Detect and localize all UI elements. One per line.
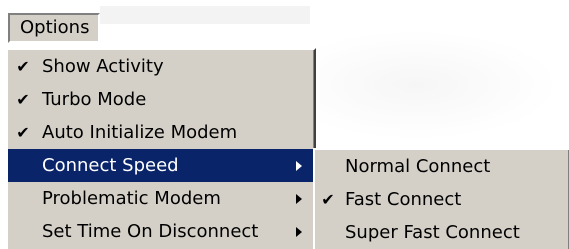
menu-item-label: Problematic Modem <box>42 188 221 209</box>
menu-item-problematic-modem[interactable]: Problematic Modem <box>8 182 314 215</box>
options-dropdown-menu: ✔ Show Activity ✔ Turbo Mode ✔ Auto Init… <box>6 48 316 249</box>
menu-item-turbo-mode[interactable]: ✔ Turbo Mode <box>8 83 314 116</box>
checkmark-icon: ✔ <box>321 190 335 209</box>
connect-speed-submenu: Normal Connect ✔ Fast Connect Super Fast… <box>313 148 569 249</box>
menu-item-label: Auto Initialize Modem <box>42 122 238 143</box>
submenu-item-normal-connect[interactable]: Normal Connect <box>315 150 569 183</box>
menu-item-set-time-on-disconnect[interactable]: Set Time On Disconnect <box>8 215 314 248</box>
background-window-content <box>320 30 560 140</box>
background-window-content <box>100 6 310 24</box>
menu-item-connect-speed[interactable]: Connect Speed <box>8 149 314 182</box>
menu-item-label: Turbo Mode <box>42 89 147 110</box>
menu-item-auto-initialize-modem[interactable]: ✔ Auto Initialize Modem <box>8 116 314 149</box>
menu-item-label: Connect Speed <box>42 155 179 176</box>
menu-item-label: Fast Connect <box>345 189 462 210</box>
screen: Options ✔ Show Activity ✔ Turbo Mode ✔ A… <box>0 0 569 249</box>
submenu-item-super-fast-connect[interactable]: Super Fast Connect <box>315 216 569 249</box>
submenu-arrow-icon <box>296 227 302 237</box>
submenu-arrow-icon <box>296 194 302 204</box>
submenu-item-fast-connect[interactable]: ✔ Fast Connect <box>315 183 569 216</box>
menu-item-label: Set Time On Disconnect <box>42 221 259 242</box>
checkmark-icon: ✔ <box>16 123 30 142</box>
menu-item-show-activity[interactable]: ✔ Show Activity <box>8 50 314 83</box>
options-menu-button[interactable]: Options <box>8 13 100 43</box>
menu-item-label: Normal Connect <box>345 156 491 177</box>
checkmark-icon: ✔ <box>16 57 30 76</box>
options-menu-label: Options <box>20 17 90 38</box>
menu-item-label: Super Fast Connect <box>345 222 520 243</box>
submenu-arrow-icon <box>296 161 302 171</box>
checkmark-icon: ✔ <box>16 90 30 109</box>
menu-item-label: Show Activity <box>42 56 164 77</box>
